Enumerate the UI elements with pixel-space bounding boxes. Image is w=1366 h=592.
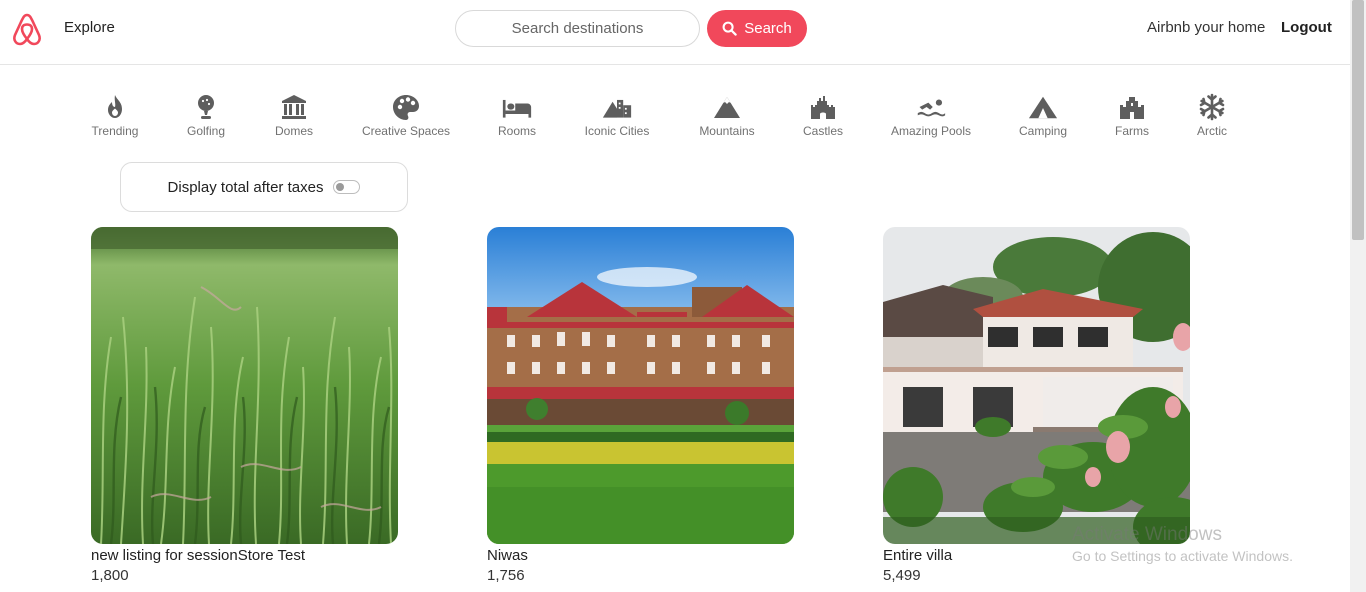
category-arctic[interactable]: Arctic	[1187, 91, 1237, 138]
watermark-line-1: Activate Windows	[1072, 524, 1222, 545]
listing-card[interactable]: new listing for sessionStore Test 1,800	[91, 227, 398, 584]
toggle-knob	[336, 183, 345, 191]
category-label: Farms	[1115, 124, 1149, 138]
explore-link[interactable]: Explore	[64, 19, 115, 36]
navbar: Explore Search Airbnb your home Logout	[0, 0, 1350, 65]
category-label: Camping	[1018, 124, 1068, 138]
category-label: Rooms	[497, 124, 536, 138]
category-golfing[interactable]: Golfing	[181, 91, 231, 138]
airbnb-your-home-link[interactable]: Airbnb your home	[1147, 19, 1265, 36]
tent-icon	[1028, 91, 1058, 121]
category-label: Trending	[91, 124, 139, 138]
mountain-icon	[712, 91, 742, 121]
category-label: Domes	[274, 124, 313, 138]
listing-title[interactable]: new listing for sessionStore Test	[91, 547, 398, 564]
search-box	[455, 10, 700, 47]
search-input[interactable]	[456, 11, 699, 46]
category-farms[interactable]: Farms	[1107, 91, 1157, 138]
bed-icon	[502, 91, 532, 121]
category-mountains[interactable]: Mountains	[697, 91, 757, 138]
category-rooms[interactable]: Rooms	[492, 91, 542, 138]
castle-icon	[808, 91, 838, 121]
listing-price: 1,756	[487, 567, 525, 584]
listing-price: 5,499	[883, 567, 921, 584]
category-creative-spaces[interactable]: Creative Spaces	[361, 91, 451, 138]
category-amazing-pools[interactable]: Amazing Pools	[890, 91, 972, 138]
category-label: Arctic	[1197, 124, 1227, 138]
category-label: Golfing	[186, 124, 226, 138]
tax-toggle-label: Display total after taxes	[167, 178, 324, 196]
page: Explore Search Airbnb your home Logout T…	[0, 0, 1366, 592]
windows-activation-watermark: Activate Windows Go to Settings to activ…	[1072, 524, 1293, 564]
search-button-label: Search	[744, 20, 792, 37]
page-scrollbar[interactable]	[1350, 0, 1366, 592]
category-label: Iconic Cities	[584, 124, 650, 138]
snowflake-icon	[1197, 91, 1227, 121]
category-label: Mountains	[699, 124, 755, 138]
category-castles[interactable]: Castles	[798, 91, 848, 138]
swimmer-icon	[916, 91, 946, 121]
tax-toggle-switch[interactable]	[333, 180, 361, 194]
fire-icon	[100, 91, 130, 121]
watermark-line-2: Go to Settings to activate Windows.	[1072, 548, 1293, 564]
tax-toggle-box[interactable]: Display total after taxes	[120, 162, 408, 212]
airbnb-logo-icon[interactable]	[11, 12, 43, 46]
scrollbar-thumb[interactable]	[1352, 0, 1364, 240]
category-trending[interactable]: Trending	[90, 91, 140, 138]
category-label: Amazing Pools	[890, 124, 972, 138]
category-camping[interactable]: Camping	[1013, 91, 1073, 138]
category-label: Castles	[802, 124, 843, 138]
dome-icon	[279, 91, 309, 121]
listing-price: 1,800	[91, 567, 129, 584]
golf-icon	[191, 91, 221, 121]
listing-card[interactable]: Niwas 1,756	[487, 227, 794, 584]
category-domes[interactable]: Domes	[269, 91, 319, 138]
palette-icon	[391, 91, 421, 121]
listing-photo-grass[interactable]	[91, 227, 398, 544]
listing-photo-palace[interactable]	[487, 227, 794, 544]
category-iconic-cities[interactable]: Iconic Cities	[582, 91, 652, 138]
search-button[interactable]: Search	[707, 10, 807, 47]
city-icon	[602, 91, 632, 121]
logout-link[interactable]: Logout	[1281, 19, 1332, 36]
listing-photo-villa[interactable]	[883, 227, 1190, 544]
search-icon	[722, 21, 737, 36]
farm-icon	[1117, 91, 1147, 121]
listing-title[interactable]: Niwas	[487, 547, 794, 564]
category-label: Creative Spaces	[361, 124, 451, 138]
